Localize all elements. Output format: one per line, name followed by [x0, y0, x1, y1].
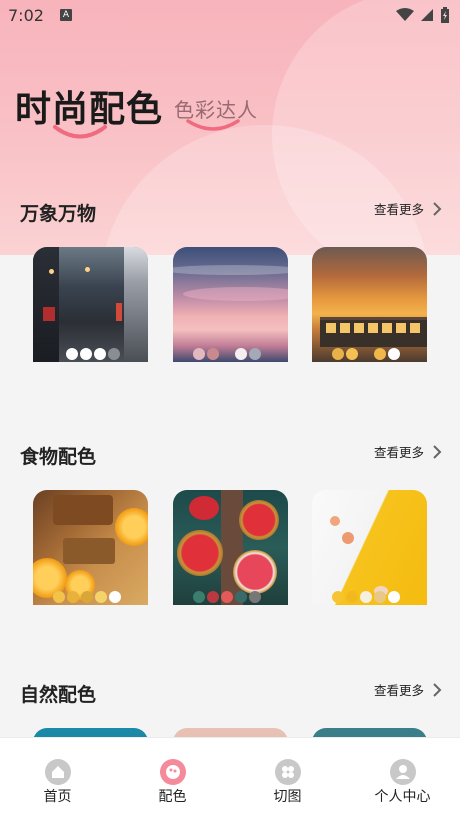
- wifi-icon: [396, 8, 414, 21]
- tart: [233, 550, 277, 594]
- bottom-tab-bar: 首页 配色 切图 个人中心: [0, 737, 460, 817]
- palette-dot: [374, 348, 386, 360]
- palette-card-yellow-white[interactable]: [312, 490, 427, 605]
- palette-dot: [346, 591, 358, 603]
- palette-dot: [332, 591, 344, 603]
- palette-dots: [332, 591, 400, 603]
- shop-sign: [43, 307, 55, 321]
- view-more-nature[interactable]: 查看更多: [374, 680, 444, 699]
- palette-dot: [207, 591, 219, 603]
- palette-dot: [109, 591, 121, 603]
- tab-label: 首页: [43, 789, 72, 805]
- tram-windows: [326, 323, 424, 333]
- cloud-band: [173, 265, 288, 275]
- status-icons: [396, 7, 450, 23]
- palette-card-sunset-sky[interactable]: [173, 247, 288, 362]
- tab-slice[interactable]: 切图: [230, 738, 345, 817]
- section-title-wanxiang: 万象万物: [20, 203, 97, 225]
- palette-card-strawberry-tart[interactable]: [173, 490, 288, 605]
- battery-icon: [441, 7, 449, 23]
- palette-dot: [235, 591, 247, 603]
- tab-label: 配色: [158, 789, 187, 805]
- palette-dot: [332, 348, 344, 360]
- palette-dot: [67, 591, 79, 603]
- tab-palette[interactable]: 配色: [115, 738, 230, 817]
- palette-dot: [108, 348, 120, 360]
- strawberry: [189, 496, 219, 520]
- view-more-label: 查看更多: [374, 445, 425, 460]
- tab-profile[interactable]: 个人中心: [345, 738, 460, 817]
- tab-label: 个人中心: [374, 789, 431, 805]
- building-right: [124, 247, 148, 362]
- building-left: [33, 247, 59, 362]
- palette-dot: [53, 591, 65, 603]
- palette-dot: [94, 348, 106, 360]
- palette-dot: [374, 591, 386, 603]
- cake-slice: [63, 538, 115, 564]
- palette-dot: [193, 591, 205, 603]
- palette-dot: [388, 348, 400, 360]
- shop-sign: [116, 303, 122, 321]
- chevron-right-icon: [433, 201, 442, 216]
- view-more-food[interactable]: 查看更多: [374, 442, 444, 461]
- home-icon: [45, 759, 71, 785]
- palette-dot: [207, 348, 219, 360]
- palette-card-street[interactable]: [33, 247, 148, 362]
- chevron-right-icon: [433, 682, 442, 697]
- palette-dot: [235, 348, 247, 360]
- palette-dots: [193, 591, 261, 603]
- tart: [239, 500, 279, 540]
- palette-dots: [53, 591, 121, 603]
- signal-icon: [421, 9, 433, 21]
- cloud-band: [183, 287, 288, 301]
- user-icon: [390, 759, 416, 785]
- palette-dots: [332, 348, 400, 360]
- title-underline: [53, 125, 107, 139]
- palette-dots: [66, 348, 120, 360]
- lamp-light: [85, 267, 90, 272]
- status-bar: 7:02 A: [0, 0, 460, 32]
- palette-dot: [346, 348, 358, 360]
- status-time: 7:02: [8, 6, 44, 25]
- palette-dot: [360, 591, 372, 603]
- palette-dot: [249, 591, 261, 603]
- section-title-food: 食物配色: [20, 446, 97, 468]
- tart: [177, 530, 223, 576]
- notification-a-icon: A: [60, 9, 72, 21]
- palette-dot: [193, 348, 205, 360]
- subtitle-underline: [186, 119, 240, 131]
- orange-slice: [115, 508, 148, 546]
- view-more-wanxiang[interactable]: 查看更多: [374, 199, 444, 218]
- palette-dot: [249, 348, 261, 360]
- cake-slice: [53, 495, 113, 525]
- palette-dot: [388, 591, 400, 603]
- palette-dot: [80, 348, 92, 360]
- lamp-light: [49, 269, 54, 274]
- palette-icon: [160, 759, 186, 785]
- view-more-label: 查看更多: [374, 202, 425, 217]
- palette-dot: [66, 348, 78, 360]
- palette-dot: [95, 591, 107, 603]
- palette-dots: [193, 348, 261, 360]
- tab-home[interactable]: 首页: [0, 738, 115, 817]
- palette-dot: [81, 591, 93, 603]
- peach-piece: [330, 516, 340, 526]
- section-title-nature: 自然配色: [20, 684, 97, 706]
- tab-label: 切图: [273, 789, 302, 805]
- palette-card-tram[interactable]: [312, 247, 427, 362]
- chevron-right-icon: [433, 444, 442, 459]
- peach-piece: [342, 532, 354, 544]
- grid-icon: [275, 759, 301, 785]
- view-more-label: 查看更多: [374, 683, 425, 698]
- palette-dot: [221, 591, 233, 603]
- palette-card-orange-cake[interactable]: [33, 490, 148, 605]
